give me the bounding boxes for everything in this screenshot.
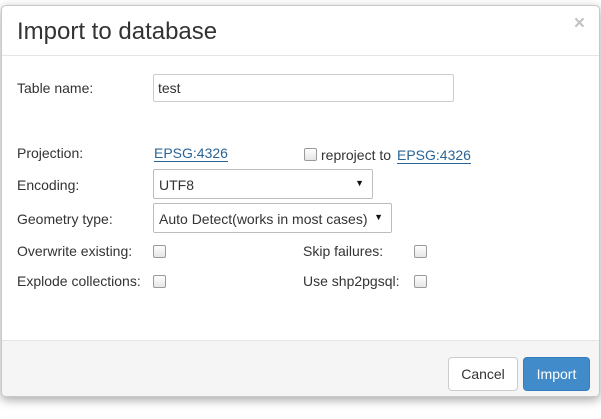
use-shp2pgsql-checkbox[interactable] — [414, 275, 427, 288]
import-dialog: Import to database × Table name: Project… — [1, 5, 600, 397]
projection-label: Projection: — [17, 145, 84, 161]
explode-collections-checkbox[interactable] — [153, 275, 166, 288]
overwrite-existing-label: Overwrite existing: — [17, 243, 133, 259]
table-name-label: Table name: — [17, 80, 94, 96]
reproject-label: reproject to — [321, 147, 392, 163]
reproject-target-link[interactable]: EPSG:4326 — [397, 147, 471, 164]
geometry-type-select[interactable]: Auto Detect(works in most cases) ▼ — [153, 203, 392, 233]
dialog-title: Import to database — [17, 18, 218, 45]
skip-failures-label: Skip failures: — [303, 243, 384, 259]
encoding-value: UTF8 — [159, 177, 194, 193]
import-button[interactable]: Import — [523, 357, 590, 391]
caret-down-icon: ▼ — [355, 178, 364, 188]
encoding-label: Encoding: — [17, 177, 80, 193]
explode-collections-label: Explode collections: — [17, 273, 141, 289]
encoding-select[interactable]: UTF8 ▼ — [153, 169, 373, 199]
geometry-type-label: Geometry type: — [17, 211, 113, 227]
caret-down-icon: ▼ — [374, 212, 383, 222]
cancel-button[interactable]: Cancel — [448, 357, 518, 391]
overwrite-existing-checkbox[interactable] — [153, 245, 166, 258]
use-shp2pgsql-label: Use shp2pgsql: — [303, 273, 400, 289]
skip-failures-checkbox[interactable] — [414, 245, 427, 258]
dialog-footer: Cancel Import — [2, 340, 599, 396]
reproject-checkbox[interactable] — [304, 148, 317, 161]
geometry-type-value: Auto Detect(works in most cases) — [159, 211, 368, 227]
table-name-input[interactable] — [153, 74, 454, 102]
dialog-header: Import to database × — [2, 6, 599, 56]
close-icon[interactable]: × — [574, 12, 585, 36]
projection-link[interactable]: EPSG:4326 — [154, 145, 228, 162]
